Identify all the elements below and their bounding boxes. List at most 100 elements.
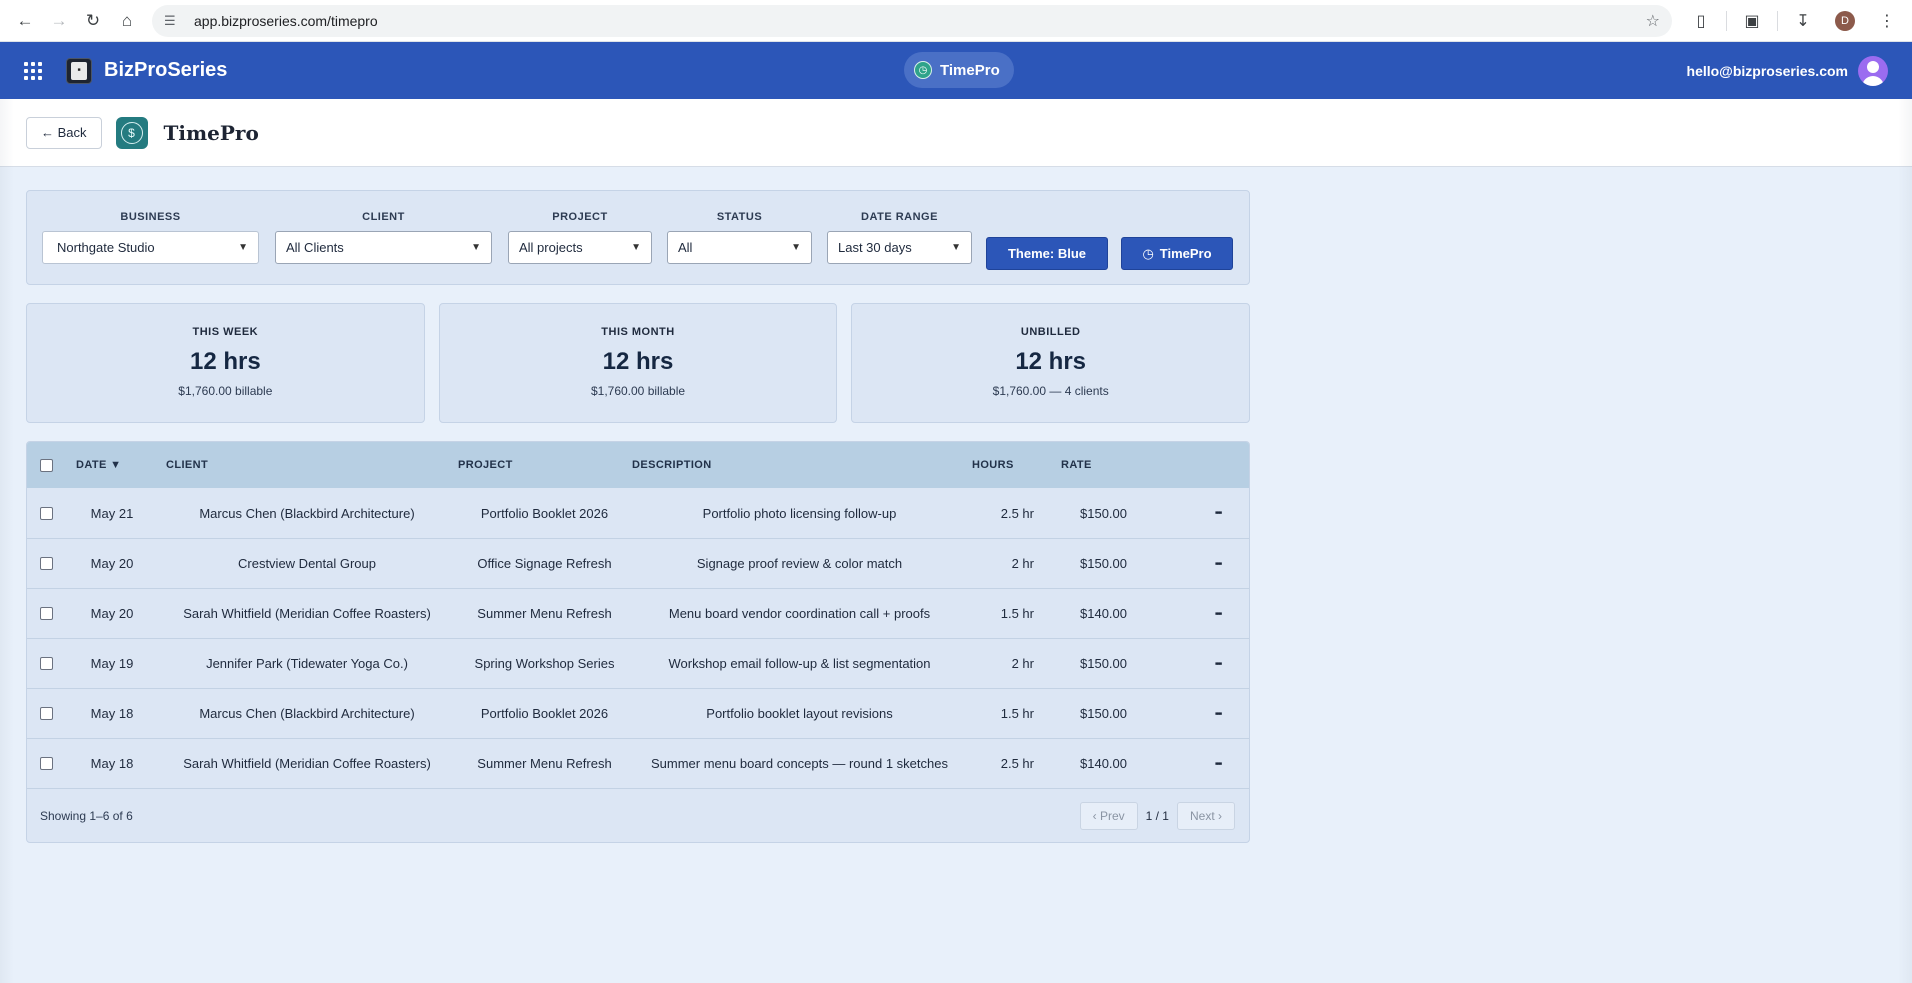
date-range-select[interactable]: Last 30 days ▼ bbox=[827, 231, 972, 264]
back-arrow-icon[interactable]: ← bbox=[8, 4, 42, 38]
row-actions-icon[interactable]: ■■■ bbox=[1215, 539, 1222, 588]
timepro-app-icon: $ bbox=[115, 116, 148, 149]
row-checkbox[interactable] bbox=[40, 607, 53, 620]
row-actions-icon[interactable]: ■■■ bbox=[1215, 689, 1222, 738]
home-icon[interactable]: ⌂ bbox=[110, 4, 144, 38]
page-indicator: 1 / 1 bbox=[1145, 809, 1169, 823]
chevron-down-icon: ▼ bbox=[238, 242, 248, 253]
next-page-button[interactable]: Next › bbox=[1176, 802, 1235, 830]
current-app-pill[interactable]: ◷ TimePro bbox=[904, 52, 1014, 88]
download-icon[interactable]: ↧ bbox=[1786, 4, 1820, 38]
stat-value: 12 hrs bbox=[602, 348, 674, 375]
brand-logo[interactable]: ■ bbox=[66, 57, 92, 84]
stat-value: 12 hrs bbox=[189, 348, 261, 375]
row-actions-icon[interactable]: ■■■ bbox=[1215, 589, 1222, 638]
brand-name[interactable]: BizProSeries bbox=[104, 59, 227, 82]
business-select[interactable]: Northgate Studio ▼ bbox=[42, 231, 259, 264]
chevron-down-icon: ▼ bbox=[631, 242, 641, 253]
stat-subtext: $1,760.00 billable bbox=[590, 384, 686, 398]
user-email[interactable]: hello@bizproseries.com bbox=[1687, 63, 1848, 79]
row-rate: $150.00 bbox=[1080, 656, 1127, 671]
bookmark-star-icon[interactable]: ☆ bbox=[1646, 11, 1660, 31]
stat-subtext: $1,760.00 — 4 clients bbox=[992, 384, 1109, 398]
date-column-header[interactable]: DATE ▼ bbox=[76, 442, 121, 488]
stat-subtext: $1,760.00 billable bbox=[178, 384, 273, 398]
project-filter-label: PROJECT bbox=[552, 211, 608, 223]
user-menu[interactable]: hello@bizproseries.com bbox=[1687, 55, 1888, 86]
row-select-cell bbox=[40, 589, 53, 638]
row-hours: 2 hr bbox=[1011, 556, 1034, 571]
clock-icon: ◷ bbox=[1142, 245, 1154, 261]
rate-column-header: RATE bbox=[1061, 459, 1092, 471]
timepro-button-label: TimePro bbox=[1159, 246, 1212, 261]
timepro-button[interactable]: ◷ TimePro bbox=[1121, 237, 1233, 270]
status-select[interactable]: All ▼ bbox=[667, 231, 812, 264]
row-actions-icon[interactable]: ■■■ bbox=[1215, 739, 1222, 788]
table-row[interactable]: May 20 Sarah Whitfield (Meridian Coffee R… bbox=[27, 588, 1249, 638]
business-filter: BUSINESS Northgate Studio ▼ bbox=[42, 211, 259, 264]
client-select[interactable]: All Clients ▼ bbox=[275, 231, 492, 264]
profile-button[interactable]: D bbox=[1828, 4, 1862, 38]
stat-value: 12 hrs bbox=[1015, 348, 1087, 375]
browser-menu-icon[interactable]: ⋮ bbox=[1870, 4, 1904, 38]
site-info-icon[interactable]: ☰ bbox=[164, 13, 184, 29]
table-body: May 21 Marcus Chen (Blackbird Architectur… bbox=[27, 488, 1249, 788]
project-select[interactable]: All projects ▼ bbox=[508, 231, 652, 264]
stat-card-unbilled: UNBILLED 12 hrs $1,760.00 — 4 clients bbox=[851, 303, 1251, 423]
pagination: ‹ Prev 1 / 1 Next › bbox=[1079, 802, 1235, 830]
back-button[interactable]: ← Back bbox=[26, 116, 102, 149]
address-bar[interactable]: ☰ app.bizproseries.com/timepro ☆ bbox=[152, 4, 1672, 37]
chevron-down-icon: ▼ bbox=[951, 242, 961, 253]
table-header: DATE ▼ CLIENT PROJECT DESCRIPTION HOURS … bbox=[27, 442, 1249, 488]
row-project: Office Signage Refresh bbox=[477, 556, 612, 571]
profile-avatar: D bbox=[1835, 10, 1855, 31]
status-filter-label: STATUS bbox=[716, 211, 763, 223]
row-checkbox[interactable] bbox=[40, 657, 53, 670]
main-content: BUSINESS Northgate Studio ▼ CLIENT All C… bbox=[26, 190, 1251, 843]
project-select-value: All projects bbox=[519, 240, 583, 255]
row-checkbox[interactable] bbox=[40, 757, 53, 770]
row-checkbox[interactable] bbox=[40, 557, 53, 570]
row-date: May 19 bbox=[90, 656, 134, 671]
time-entries-table: DATE ▼ CLIENT PROJECT DESCRIPTION HOURS … bbox=[26, 441, 1250, 843]
stats-row: THIS WEEK 12 hrs $1,760.00 billable THIS… bbox=[26, 303, 1251, 423]
url-text[interactable]: app.bizproseries.com/timepro bbox=[194, 13, 1646, 29]
row-select-cell bbox=[40, 488, 53, 538]
row-project: Portfolio Booklet 2026 bbox=[480, 505, 609, 521]
row-actions-icon[interactable]: ■■■ bbox=[1215, 488, 1222, 538]
row-checkbox[interactable] bbox=[40, 707, 53, 720]
table-row[interactable]: May 18 Marcus Chen (Blackbird Architectur… bbox=[27, 688, 1249, 738]
row-hours: 2.5 hr bbox=[1000, 505, 1034, 521]
filter-panel: BUSINESS Northgate Studio ▼ CLIENT All C… bbox=[26, 190, 1250, 285]
row-description: Portfolio photo licensing follow-up bbox=[702, 505, 897, 521]
table-row[interactable]: May 21 Marcus Chen (Blackbird Architectur… bbox=[27, 488, 1249, 538]
client-column-header: CLIENT bbox=[166, 459, 209, 471]
project-column-header: PROJECT bbox=[458, 459, 513, 471]
table-row[interactable]: May 19 Jennifer Park (Tidewater Yoga Co.)… bbox=[27, 638, 1249, 688]
table-row[interactable]: May 18 Sarah Whitfield (Meridian Coffee R… bbox=[27, 738, 1249, 788]
row-select-cell bbox=[40, 539, 53, 588]
theme-button[interactable]: Theme: Blue bbox=[986, 237, 1108, 270]
chevron-down-icon: ▼ bbox=[791, 242, 801, 253]
media-cast-icon[interactable]: ▣ bbox=[1735, 4, 1769, 38]
table-footer: Showing 1–6 of 6 ‹ Prev 1 / 1 Next › bbox=[27, 788, 1249, 842]
row-actions-icon[interactable]: ■■■ bbox=[1215, 639, 1222, 688]
row-hours: 2 hr bbox=[1011, 656, 1034, 671]
forward-arrow-icon[interactable]: → bbox=[42, 4, 76, 38]
row-hours: 1.5 hr bbox=[1000, 606, 1034, 621]
user-avatar-icon[interactable] bbox=[1858, 55, 1888, 86]
reload-icon[interactable]: ↻ bbox=[76, 4, 110, 38]
row-project: Summer Menu Refresh bbox=[477, 756, 612, 771]
page-title: TimePro bbox=[163, 120, 259, 145]
extensions-icon[interactable]: ▯ bbox=[1684, 4, 1718, 38]
row-checkbox[interactable] bbox=[40, 506, 53, 520]
table-row[interactable]: May 20 Crestview Dental Group Office Signa… bbox=[27, 538, 1249, 588]
showing-count: Showing 1–6 of 6 bbox=[40, 808, 133, 823]
prev-page-button[interactable]: ‹ Prev bbox=[1079, 802, 1138, 830]
row-rate: $150.00 bbox=[1080, 505, 1127, 521]
business-select-value: Northgate Studio bbox=[57, 240, 155, 255]
description-column-header: DESCRIPTION bbox=[632, 459, 712, 471]
row-client: Marcus Chen (Blackbird Architecture) bbox=[199, 706, 415, 721]
select-all-checkbox[interactable] bbox=[40, 458, 53, 472]
app-launcher-grid-icon[interactable] bbox=[24, 61, 42, 80]
